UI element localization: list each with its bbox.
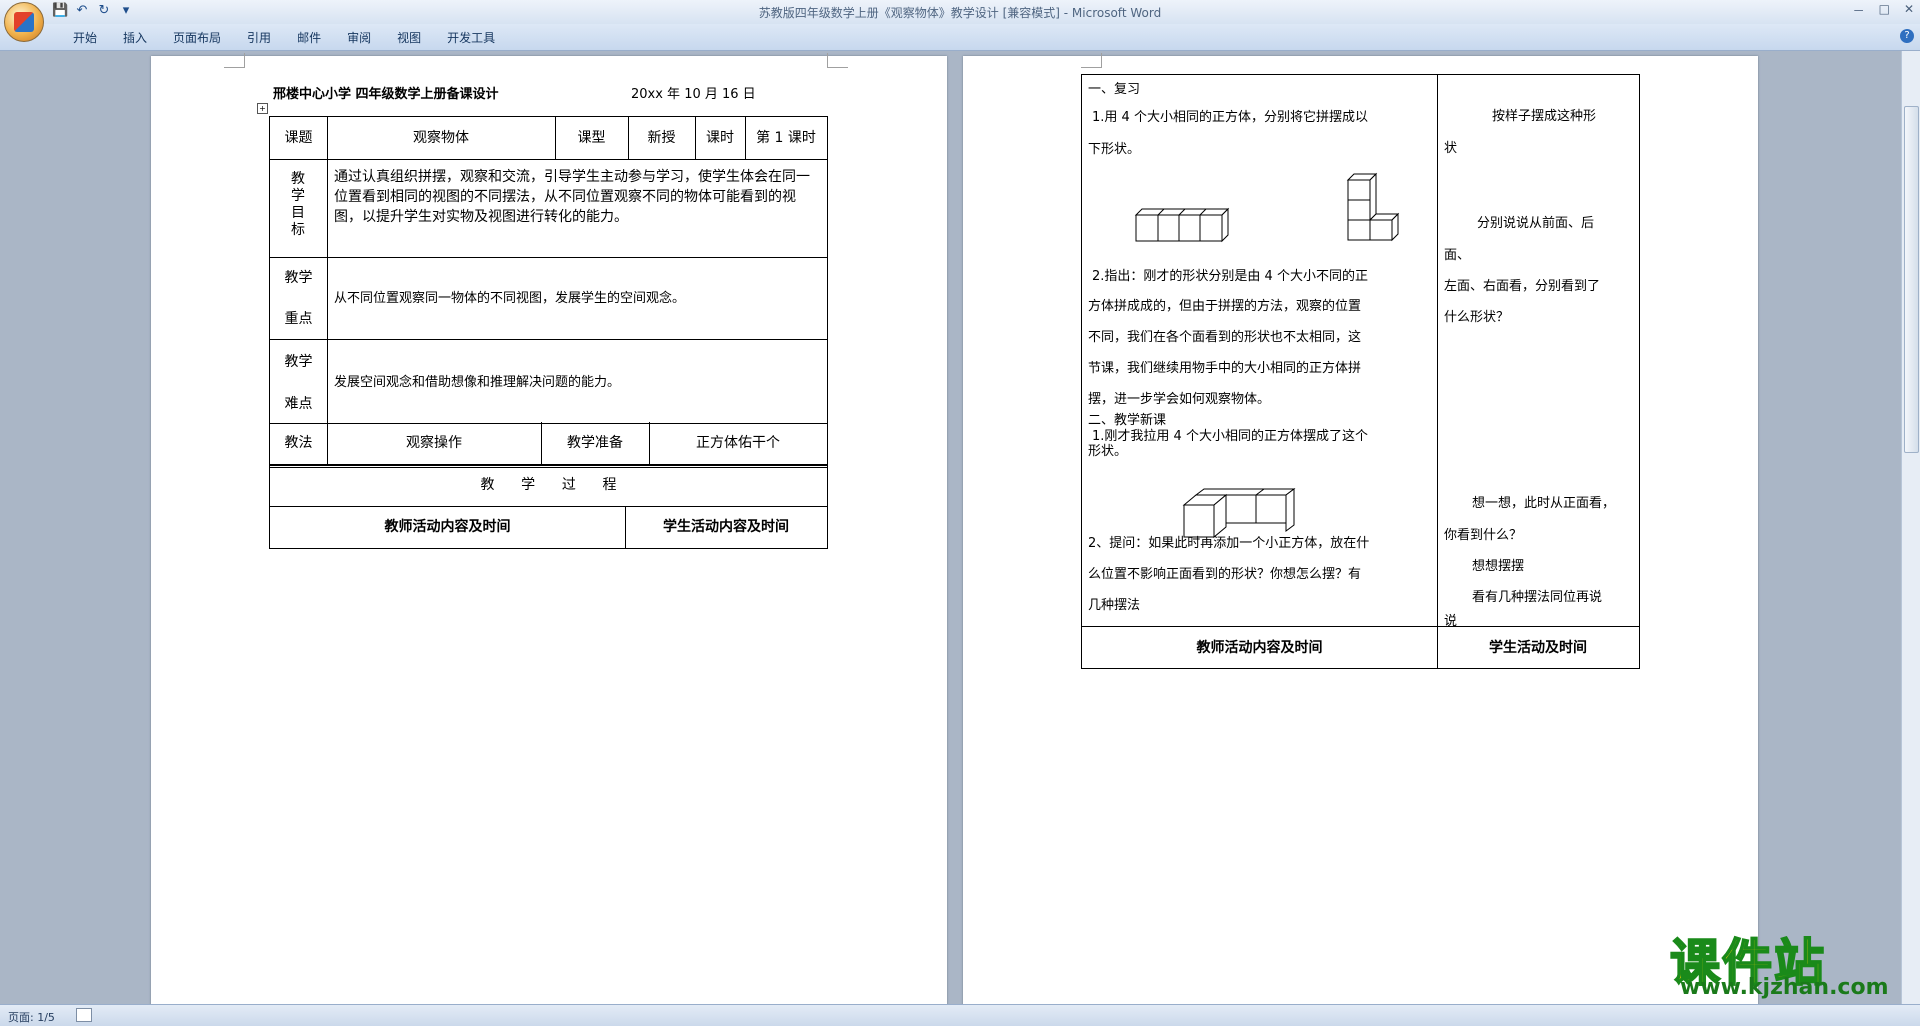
lesson-table: 课题 观察物体 课型 新授 课时 第 1 课时 教学目标 通过认真组织拼摆，观察…: [269, 116, 828, 468]
window-title: 苏教版四年级数学上册《观察物体》教学设计 [兼容模式] - Microsoft …: [758, 6, 1162, 20]
maximize-button[interactable]: □: [1879, 2, 1890, 19]
tab-insert[interactable]: 插入: [110, 29, 160, 46]
topic-label: 课题: [284, 130, 313, 146]
student-2c: 左面、右面看，分别看到了: [1444, 279, 1601, 294]
school-header: 邢楼中心小学 四年级数学上册备课设计: [273, 87, 499, 102]
period-value: 第 1 课时: [756, 130, 816, 146]
new-lesson-1a: 1.刚才我拉用 4 个大小相同的正方体摆成了这个: [1092, 429, 1368, 444]
document-page-2: 一、复习 1.用 4 个大小相同的正方体，分别将它拼摆成以 下形状。 2.指出：…: [963, 53, 1758, 1006]
method-label: 教法: [284, 435, 313, 451]
student-1a: 按样子摆成这种形: [1492, 109, 1597, 124]
review-item-2e: 摆，进一步学会如何观察物体。: [1088, 392, 1271, 407]
key-point-label-b: 重点: [284, 311, 313, 327]
objective-label: 教学目标: [291, 171, 305, 238]
student-5b: 说: [1444, 614, 1458, 629]
activity-head-row: 教师活动内容及时间 学生活动内容及时间: [269, 506, 828, 549]
tab-review[interactable]: 审阅: [334, 29, 384, 46]
method-row: 教法 观察操作 教学准备 正方体佑干个: [269, 422, 828, 465]
difficulty-label-b: 难点: [284, 396, 313, 412]
review-item-2c: 不同，我们在各个面看到的形状也不太相同，这: [1088, 330, 1362, 345]
close-button[interactable]: ✕: [1904, 2, 1914, 19]
student-2a: 分别说说从前面、后: [1477, 216, 1595, 231]
tab-view[interactable]: 视图: [384, 29, 434, 46]
key-point-label-a: 教学: [284, 270, 313, 286]
tab-home[interactable]: 开始: [60, 29, 110, 46]
watermark-logo: 课件站 www.kjzhan.com: [1669, 923, 1900, 1003]
table-move-handle-icon[interactable]: +: [257, 103, 268, 114]
cube-row-figure: [1134, 207, 1230, 243]
review-item-2b: 方体拼成成的，但由于拼摆的方法，观察的位置: [1088, 299, 1362, 314]
lesson-type-label: 课型: [577, 130, 606, 146]
difficulty-text: 发展空间观念和借助想像和推理解决问题的能力。: [334, 375, 621, 390]
method-value: 观察操作: [406, 435, 462, 451]
process-title: 教 学 过 程: [480, 477, 617, 493]
process-table: 一、复习 1.用 4 个大小相同的正方体，分别将它拼摆成以 下形状。 2.指出：…: [1081, 74, 1640, 669]
review-item-1a: 1.用 4 个大小相同的正方体，分别将它拼摆成以: [1092, 110, 1368, 125]
office-button[interactable]: [4, 2, 44, 42]
status-bar: 页面: 1/5: [0, 1004, 1920, 1026]
new-lesson-heading: 二、教学新课: [1088, 413, 1167, 428]
tab-mailings[interactable]: 邮件: [284, 29, 334, 46]
question-2c: 几种摆法: [1088, 598, 1141, 613]
review-heading: 一、复习: [1088, 82, 1141, 97]
window-controls: － □ ✕: [1853, 2, 1914, 19]
office-logo-icon: [14, 12, 34, 32]
student-3a: 想一想，此时从正面看，: [1472, 496, 1616, 511]
lesson-type-value: 新授: [647, 130, 676, 146]
cube-arrangement-figure: [1182, 488, 1296, 539]
student-5a: 看有几种摆法同位再说: [1472, 590, 1603, 605]
tab-developer[interactable]: 开发工具: [434, 29, 508, 46]
student-2b: 面、: [1444, 248, 1471, 263]
margin-mark: [827, 53, 848, 68]
spellcheck-icon[interactable]: [76, 1008, 92, 1022]
student-4: 想想摆摆: [1472, 559, 1525, 574]
vertical-scrollbar[interactable]: [1901, 51, 1920, 1004]
student-activity-head: 学生活动内容及时间: [663, 519, 789, 535]
student-1b: 状: [1444, 141, 1458, 156]
l-shape-figure: [1346, 172, 1400, 242]
tab-references[interactable]: 引用: [234, 29, 284, 46]
process-row: 教 学 过 程: [269, 464, 828, 507]
period-label: 课时: [706, 130, 734, 146]
teacher-activity-head-2: 教师活动内容及时间: [1196, 640, 1323, 656]
student-3b: 你看到什么？: [1444, 528, 1523, 543]
prep-value: 正方体佑干个: [696, 435, 780, 451]
tab-page-layout[interactable]: 页面布局: [160, 29, 234, 46]
help-icon[interactable]: ?: [1900, 29, 1914, 43]
difficulty-label-a: 教学: [284, 354, 313, 370]
student-activity-head-2: 学生活动及时间: [1489, 640, 1587, 656]
date-header: 20xx 年 10 月 16 日: [631, 87, 756, 102]
margin-mark: [1081, 53, 1102, 68]
review-item-2a: 2.指出：刚才的形状分别是由 4 个大小不同的正: [1092, 269, 1368, 284]
review-item-1b: 下形状。: [1088, 142, 1141, 157]
student-2d: 什么形状？: [1444, 310, 1510, 325]
scroll-thumb[interactable]: [1904, 106, 1919, 453]
margin-mark: [224, 53, 245, 68]
page-indicator[interactable]: 页面: 1/5: [8, 1009, 55, 1025]
watermark-url: www.kjzhan.com: [1680, 975, 1889, 1000]
ribbon-tabs: 开始 插入 页面布局 引用 邮件 审阅 视图 开发工具: [60, 29, 508, 46]
document-page-1: 邢楼中心小学 四年级数学上册备课设计 20xx 年 10 月 16 日 + 课题…: [151, 53, 947, 1006]
topic-value: 观察物体: [413, 130, 469, 146]
teacher-activity-head: 教师活动内容及时间: [384, 519, 511, 535]
prep-label: 教学准备: [567, 435, 623, 451]
key-point-text: 从不同位置观察同一物体的不同视图，发展学生的空间观念。: [334, 291, 686, 306]
new-lesson-1b: 形状。: [1088, 444, 1128, 459]
ribbon: 开始 插入 页面布局 引用 邮件 审阅 视图 开发工具 ?: [0, 24, 1920, 51]
minimize-button[interactable]: －: [1853, 2, 1865, 19]
title-bar: 💾 ↶ ↻ ▾ 苏教版四年级数学上册《观察物体》教学设计 [兼容模式] - Mi…: [0, 0, 1920, 25]
question-2a: 2、提问：如果此时再添加一个小正方体，放在什: [1088, 536, 1370, 551]
question-2b: 么位置不影响正面看到的形状？你想怎么摆？有: [1088, 567, 1362, 582]
objective-text: 通过认真组织拼摆，观察和交流，引导学生主动参与学习，使学生体会在同一位置看到相同…: [334, 169, 810, 225]
review-item-2d: 节课，我们继续用物手中的大小相同的正方体拼: [1088, 361, 1362, 376]
